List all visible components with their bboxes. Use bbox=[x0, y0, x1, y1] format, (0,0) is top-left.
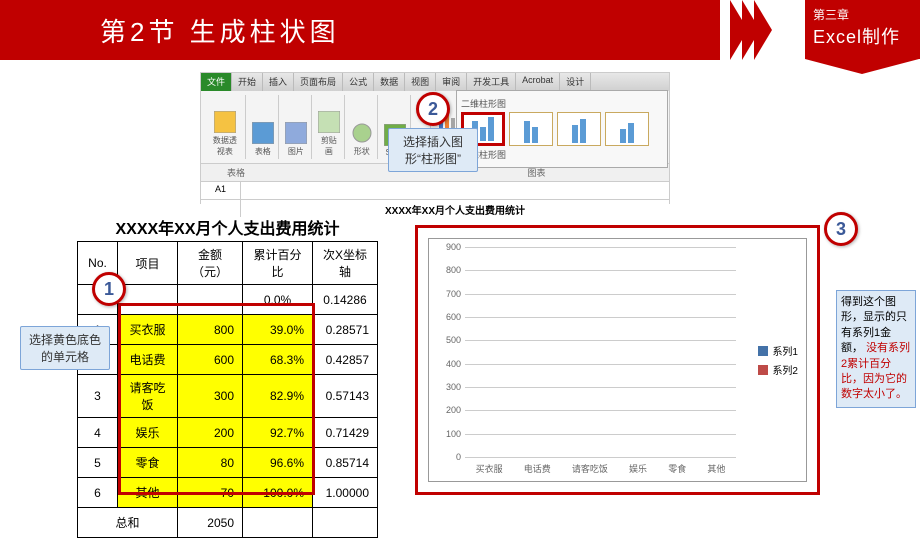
chart-x-axis: 买衣服电话费请客吃饭娱乐零食其他 bbox=[465, 462, 736, 475]
name-box[interactable]: A1 bbox=[201, 182, 241, 199]
callout-text-3: 得到这个图形，显示的只有系列1金额， 没有系列2累计百分比，因为它的数字太小了。 bbox=[836, 290, 916, 408]
chapter-title: Excel制作 bbox=[813, 23, 912, 49]
callout-circle-2: 2 bbox=[416, 92, 450, 126]
ribbon-group: 剪贴画 bbox=[314, 95, 345, 159]
ribbon-tab[interactable]: 设计 bbox=[560, 73, 591, 91]
header-chevrons bbox=[730, 0, 766, 65]
formula-bar-row: A1 bbox=[201, 181, 669, 199]
ribbon-tab[interactable]: 插入 bbox=[263, 73, 294, 91]
ribbon-tab[interactable]: 文件 bbox=[201, 73, 232, 91]
ribbon-tab[interactable]: Acrobat bbox=[516, 73, 560, 91]
ribbon-tab[interactable]: 开始 bbox=[232, 73, 263, 91]
ribbon-tab[interactable]: 页面布局 bbox=[294, 73, 343, 91]
ribbon-tab[interactable]: 视图 bbox=[405, 73, 436, 91]
gallery-label-3d: 三维柱形图 bbox=[461, 148, 663, 161]
chart-plot-area bbox=[465, 247, 736, 457]
table-total-row: 总和2050 bbox=[78, 508, 378, 538]
callout-text-1: 选择黄色底色的单元格 bbox=[20, 326, 110, 370]
ribbon-group: 表格 bbox=[248, 95, 279, 159]
table-row: 6其他70100.0%1.00000 bbox=[78, 478, 378, 508]
table-icon[interactable] bbox=[252, 122, 274, 144]
table-row: 1买衣服80039.0%0.28571 bbox=[78, 315, 378, 345]
shapes-icon[interactable] bbox=[351, 122, 373, 144]
ribbon-group: 图片 bbox=[281, 95, 312, 159]
table-row: 2电话费60068.3%0.42857 bbox=[78, 345, 378, 375]
gallery-item[interactable] bbox=[509, 112, 553, 146]
slide-title: 第2节 生成柱状图 bbox=[100, 12, 340, 49]
picture-icon[interactable] bbox=[285, 122, 307, 144]
ribbon-tab[interactable]: 开发工具 bbox=[467, 73, 516, 91]
data-table-area: XXXX年XX月个人支出费用统计 No. 项目 金额（元） 累计百分比 次X坐标… bbox=[77, 215, 378, 538]
ribbon-group: 形状 bbox=[347, 95, 378, 159]
ribbon-tab[interactable]: 数据 bbox=[374, 73, 405, 91]
generated-chart: 0100200300400500600700800900 买衣服电话费请客吃饭娱… bbox=[415, 225, 820, 495]
ribbon-group: 数据透视表 bbox=[205, 95, 246, 159]
ribbon-tabs: 文件 开始 插入 页面布局 公式 数据 视图 审阅 开发工具 Acrobat 设… bbox=[201, 73, 669, 91]
table-row: 4娱乐20092.7%0.71429 bbox=[78, 418, 378, 448]
ribbon-tab[interactable]: 审阅 bbox=[436, 73, 467, 91]
callout-circle-1: 1 bbox=[92, 272, 126, 306]
table-title: XXXX年XX月个人支出费用统计 bbox=[77, 215, 378, 239]
chart-gallery-dropdown: 二维柱形图 三维柱形图 bbox=[456, 90, 668, 168]
chapter-number: 第三章 bbox=[813, 6, 912, 23]
ribbon-tab[interactable]: 公式 bbox=[343, 73, 374, 91]
gallery-item[interactable] bbox=[557, 112, 601, 146]
clipart-icon[interactable] bbox=[318, 111, 340, 133]
slide-header: 第2节 生成柱状图 bbox=[0, 0, 720, 60]
chart-y-axis: 0100200300400500600700800900 bbox=[437, 247, 463, 457]
chart-legend: 系列1 系列2 bbox=[758, 339, 798, 381]
table-row: 3请客吃饭30082.9%0.57143 bbox=[78, 375, 378, 418]
table-row: 5零食8096.6%0.85714 bbox=[78, 448, 378, 478]
chapter-banner: 第三章 Excel制作 bbox=[805, 0, 920, 59]
callout-text-2: 选择插入图形“柱形图” bbox=[388, 128, 478, 172]
callout-circle-3: 3 bbox=[824, 212, 858, 246]
gallery-item[interactable] bbox=[605, 112, 649, 146]
gallery-label-2d: 二维柱形图 bbox=[461, 97, 663, 110]
pivot-icon[interactable] bbox=[214, 111, 236, 133]
